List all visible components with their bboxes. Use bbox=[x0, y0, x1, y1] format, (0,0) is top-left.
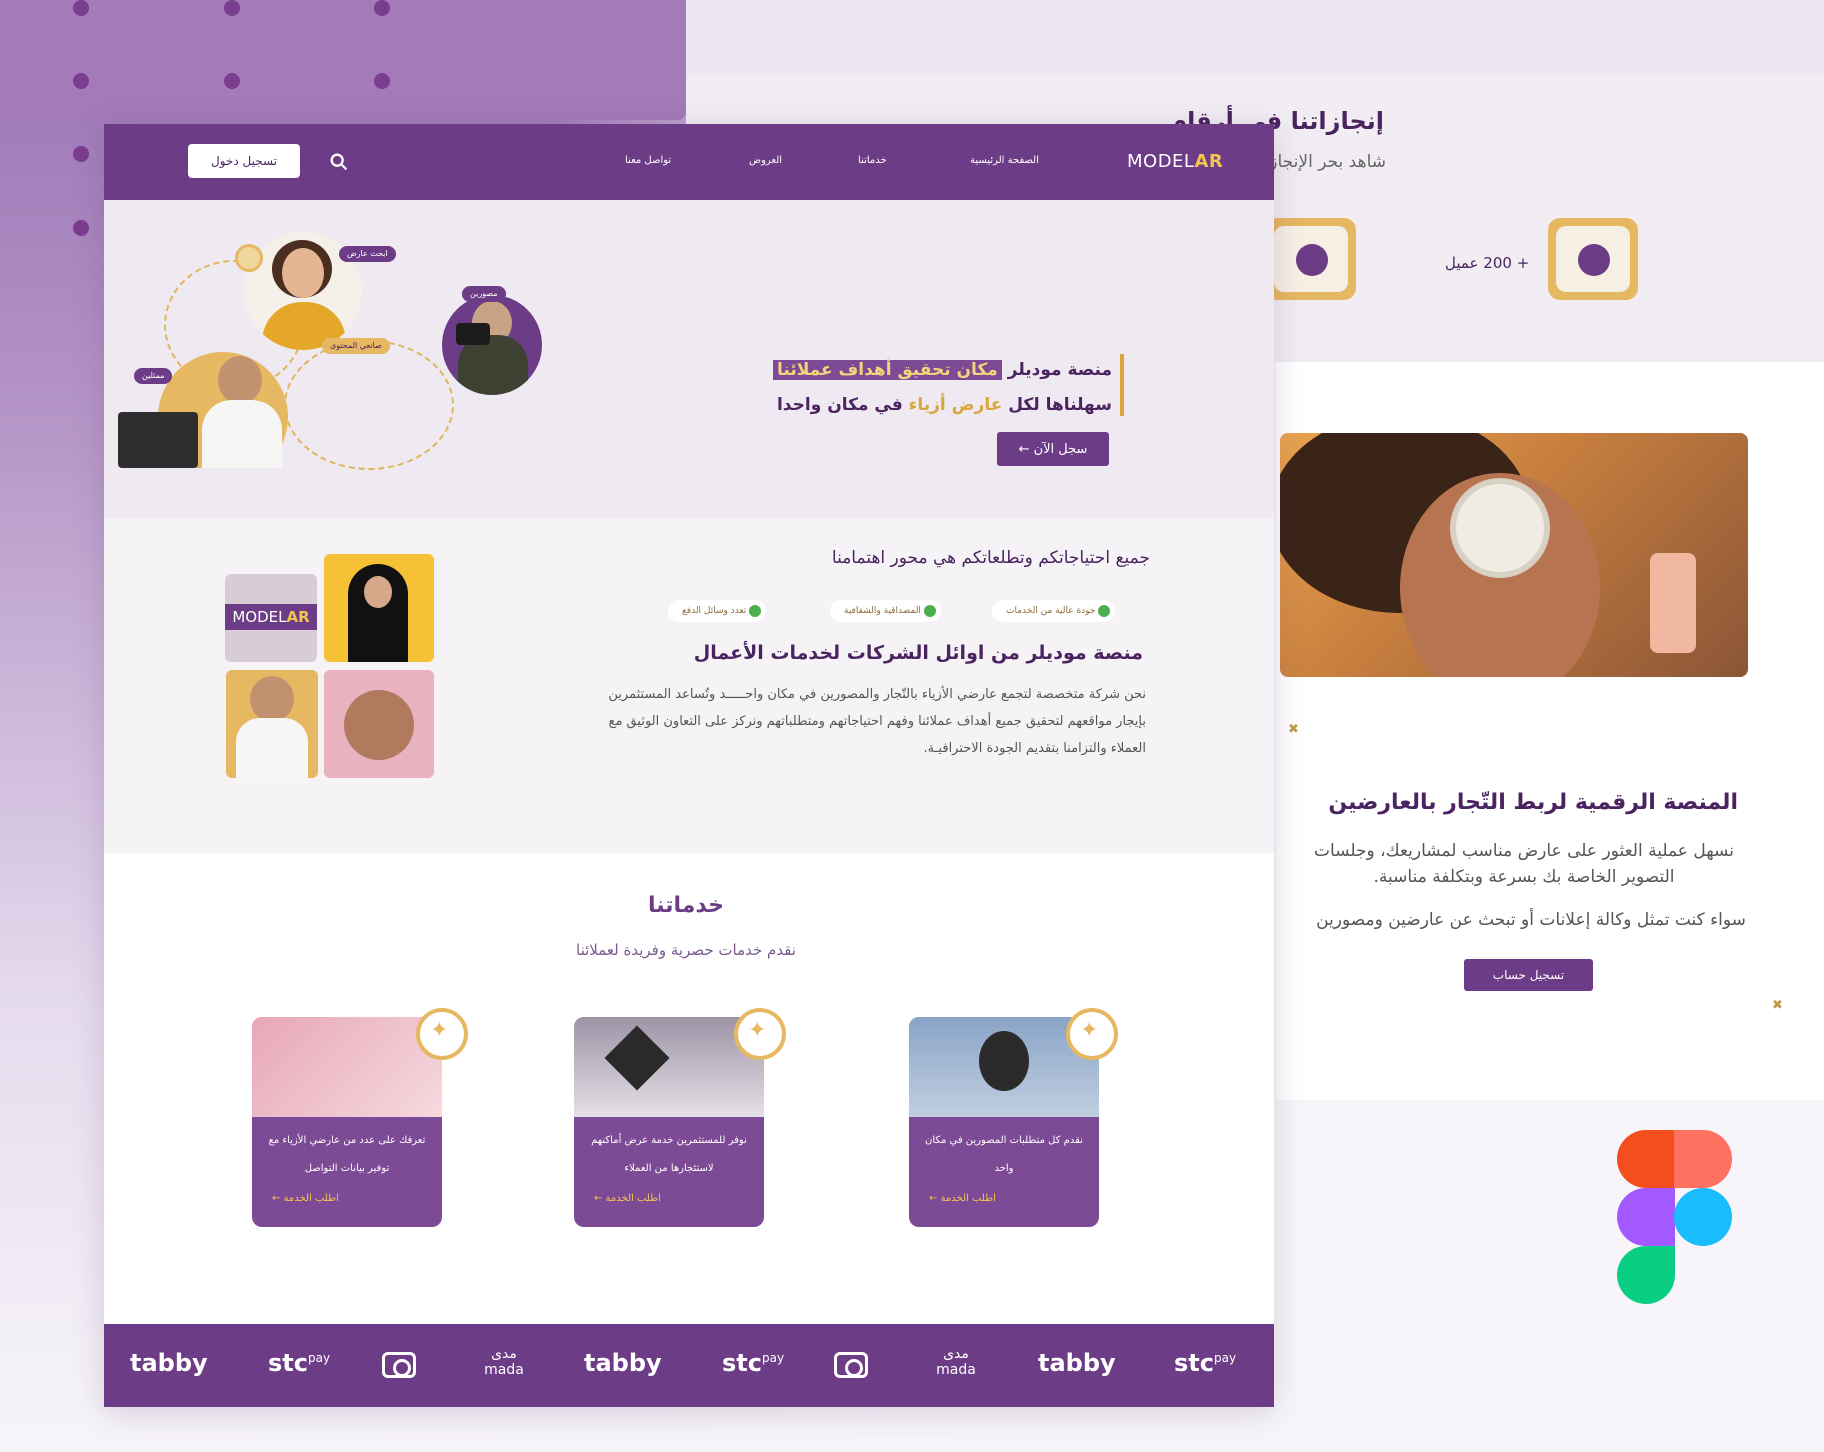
tile-nails bbox=[324, 670, 434, 778]
tile-saudi-man bbox=[226, 670, 318, 778]
register-now-button[interactable]: سجل الآن ← bbox=[997, 432, 1109, 466]
nav-services[interactable]: خدماتنا bbox=[858, 155, 887, 166]
laptop-graphic bbox=[118, 412, 198, 468]
mada-logo: مدى mada bbox=[936, 1346, 976, 1378]
service-card-text: نوفر للمستثمرين خدمة عرض أماكنهم لاستئجا… bbox=[591, 1135, 747, 1174]
tile-woman-abaya bbox=[324, 554, 434, 662]
decor-dot bbox=[73, 73, 89, 89]
cash-icon bbox=[834, 1352, 868, 1378]
chip-quality: جودة عالية من الخدمات bbox=[992, 600, 1116, 622]
decor-dot bbox=[73, 0, 89, 16]
service-card-models[interactable]: تعرفك على عدد من عارضي الأزياء مع توفير … bbox=[252, 1017, 442, 1227]
target-icon bbox=[235, 244, 263, 272]
sparkle-icon: ✦ bbox=[416, 1008, 468, 1060]
tabby-logo: tabby bbox=[1038, 1349, 1116, 1377]
decor-dot bbox=[73, 220, 89, 236]
decor-x-icon: ✖ bbox=[1288, 722, 1299, 737]
tile-logo: MODELAR bbox=[225, 574, 317, 662]
tag-photographers: مصورين bbox=[462, 286, 506, 302]
request-service-link[interactable]: اطلب الخدمة ← bbox=[929, 1193, 996, 1204]
about-heading: جميع احتياجاتكم وتطلعاتكم هي محور اهتمام… bbox=[831, 548, 1150, 568]
service-card-text: تعرفك على عدد من عارضي الأزياء مع توفير … bbox=[268, 1135, 426, 1174]
about-paragraph: نحن شركة متخصصة لتجمع عارضي الأزياء بالت… bbox=[608, 687, 1146, 756]
tag-actors: ممثلين bbox=[134, 368, 173, 384]
request-service-link[interactable]: اطلب الخدمة ← bbox=[272, 1193, 339, 1204]
decor-dot bbox=[73, 146, 89, 162]
tag-find-model: ابحث عارض bbox=[339, 246, 396, 262]
photographer-photo bbox=[442, 295, 542, 395]
tag-content-creators: صانعي المحتوى bbox=[322, 338, 390, 354]
figma-logo bbox=[1617, 1130, 1732, 1304]
about-title: منصة موديلر من اوائل الشركات لخدمات الأع… bbox=[693, 642, 1143, 664]
sparkle-icon: ✦ bbox=[1066, 1008, 1118, 1060]
service-card-text: نقدم كل متطلبات المصورين في مكان واحد bbox=[925, 1135, 1083, 1174]
request-service-link[interactable]: اطلب الخدمة ← bbox=[594, 1193, 661, 1204]
about-section: MODELAR جميع احتياجاتكم وتطلعاتكم هي محو… bbox=[104, 518, 1274, 853]
sparkle-icon: ✦ bbox=[734, 1008, 786, 1060]
back-header bbox=[686, 0, 1824, 75]
nav-offers[interactable]: العروض bbox=[749, 155, 782, 166]
services-section: خدماتنا نقدم خدمات حصرية وفريدة لعملائنا… bbox=[104, 853, 1274, 1324]
payment-methods-bar: tabby stcpay مدى mada tabby stcpay مدى mad… bbox=[104, 1324, 1274, 1407]
hero-subline: سهلناها لكل عارض أزياء في مكان واحدا bbox=[776, 395, 1112, 415]
tabby-logo: tabby bbox=[130, 1349, 208, 1377]
service-card-venues[interactable]: نوفر للمستثمرين خدمة عرض أماكنهم لاستئجا… bbox=[574, 1017, 764, 1227]
platform-title: المنصة الرقمية لربط التّجار بالعارضين bbox=[1328, 790, 1738, 815]
skincare-photo bbox=[1280, 433, 1748, 677]
stc-pay-logo: stcpay bbox=[1174, 1349, 1237, 1377]
services-subtitle: نقدم خدمات حصرية وفريدة لعملائنا bbox=[576, 941, 796, 959]
fabric-image bbox=[252, 1017, 442, 1117]
hero-accent-bar bbox=[1120, 354, 1124, 416]
cash-icon bbox=[382, 1352, 416, 1378]
logo[interactable]: MODELAR bbox=[1127, 151, 1223, 172]
chip-payment: تعدد وسائل الدفع bbox=[668, 600, 767, 622]
decor-dot bbox=[224, 73, 240, 89]
mada-logo: مدى mada bbox=[484, 1346, 524, 1378]
services-title: خدماتنا bbox=[648, 893, 724, 918]
background-block bbox=[0, 0, 686, 120]
decor-x-icon: ✖ bbox=[1772, 998, 1783, 1013]
decor-dot bbox=[374, 73, 390, 89]
nav-contact[interactable]: تواصل معنا bbox=[625, 155, 671, 166]
chip-credibility: المصداقية والشفافية bbox=[830, 600, 941, 622]
stat-badge-icon bbox=[1266, 218, 1356, 300]
nav-home[interactable]: الصفحة الرئيسية bbox=[970, 155, 1039, 166]
hero-headline: منصة موديلر مكان تحقيق أهداف عملائنا bbox=[773, 360, 1112, 380]
main-page-mockup: MODELAR الصفحة الرئيسية خدماتنا العروض ت… bbox=[104, 124, 1274, 1407]
search-icon[interactable] bbox=[328, 151, 350, 173]
stat-clients-icon bbox=[1548, 218, 1638, 300]
top-nav: MODELAR الصفحة الرئيسية خدماتنا العروض ت… bbox=[104, 124, 1274, 200]
platform-description: نسهل عملية العثور على عارض مناسب لمشاريع… bbox=[1314, 841, 1734, 887]
platform-note: سواء كنت تمثل وكالة إعلانات أو تبحث عن ع… bbox=[1316, 910, 1746, 930]
login-button[interactable]: تسجيل دخول bbox=[188, 144, 300, 178]
decor-dot bbox=[374, 0, 390, 16]
hero-section: ابحث عارض مصورين صانعي المحتوى ممثلين من… bbox=[104, 200, 1274, 518]
stat-clients-count: + 200 عميل bbox=[1445, 254, 1530, 272]
register-account-button[interactable]: تسجيل حساب bbox=[1464, 959, 1593, 991]
decor-dot bbox=[224, 0, 240, 16]
stc-pay-logo: stcpay bbox=[722, 1349, 785, 1377]
decor-dashed-path bbox=[284, 340, 454, 470]
stc-pay-logo: stcpay bbox=[268, 1349, 331, 1377]
tabby-logo: tabby bbox=[584, 1349, 662, 1377]
